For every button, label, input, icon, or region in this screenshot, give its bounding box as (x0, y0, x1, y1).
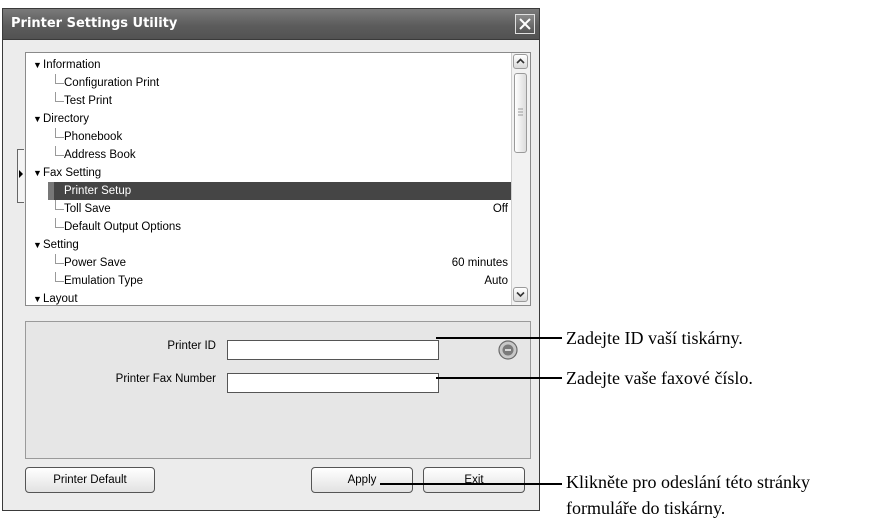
expand-triangle-icon[interactable]: ▼ (33, 110, 43, 128)
tree-scrollbar[interactable] (511, 53, 530, 305)
tree-category[interactable]: ▼Information (26, 56, 512, 74)
tree-item-label: Configuration Print (64, 77, 160, 89)
printer-default-button[interactable]: Printer Default (25, 467, 155, 493)
tree-connector (55, 128, 64, 138)
tree-category-label: Information (43, 59, 101, 71)
tree-item[interactable]: Emulation Type Auto (26, 272, 512, 290)
tree-item[interactable]: Toll Save Off (26, 200, 512, 218)
tree-category-label: Directory (43, 113, 90, 125)
tree-item-value: Off (492, 203, 508, 215)
callout-line-printer-id (436, 337, 562, 339)
apply-button[interactable]: Apply (311, 467, 413, 493)
tree-connector (55, 92, 64, 102)
callout-line-apply (380, 483, 562, 485)
tree-item-label: Test Print (64, 95, 112, 107)
settings-tree: ▼Information Configuration Print Test Prin… (26, 56, 512, 305)
side-panel-toggle[interactable] (17, 149, 24, 203)
tree-item-value: 60 minutes (451, 257, 508, 269)
tree-item-label: Address Book (64, 149, 136, 161)
expand-triangle-icon[interactable]: ▼ (33, 236, 43, 254)
tree-item[interactable]: Printer Setup (48, 182, 512, 200)
tree-connector (55, 74, 64, 84)
tree-connector (55, 218, 64, 228)
printer-status-icon (498, 340, 518, 360)
tree-item[interactable]: Power Save 60 minutes (26, 254, 512, 272)
tree-item-label: Power Save (64, 257, 127, 269)
tree-item[interactable]: Test Print (26, 92, 512, 110)
tree-category-label: Setting (43, 239, 79, 251)
fax-number-input[interactable] (227, 373, 439, 393)
selection-marker (48, 182, 54, 200)
tree-item[interactable]: Phonebook (26, 128, 512, 146)
tree-category[interactable]: ▼Layout (26, 290, 512, 305)
expand-triangle-icon[interactable]: ▼ (33, 56, 43, 74)
printer-settings-window: Printer Settings Utility ▼Information Con… (2, 8, 540, 511)
exit-button[interactable]: Exit (423, 467, 525, 493)
annotation-apply-line1: Klikněte pro odeslání této stránky (566, 472, 810, 492)
tree-item[interactable]: Configuration Print (26, 74, 512, 92)
callout-line-fax-number (436, 377, 562, 379)
tree-item-label: Toll Save (64, 203, 111, 215)
tree-item-label: Phonebook (64, 131, 123, 143)
tree-category[interactable]: ▼Directory (26, 110, 512, 128)
tree-category-label: Layout (43, 293, 78, 305)
tree-category[interactable]: ▼Fax Setting (26, 164, 512, 182)
scroll-up-button[interactable] (513, 54, 528, 69)
scroll-down-button[interactable] (513, 287, 528, 302)
tree-item[interactable]: Address Book (26, 146, 512, 164)
annotation-fax-number: Zadejte vaše faxové číslo. (566, 368, 753, 388)
settings-tree-panel: ▼Information Configuration Print Test Prin… (25, 52, 531, 306)
tree-connector (55, 254, 64, 264)
expand-triangle-icon[interactable]: ▼ (33, 290, 43, 305)
tree-connector (55, 146, 64, 156)
title-bar: Printer Settings Utility (3, 9, 539, 40)
fax-number-label: Printer Fax Number (115, 373, 216, 385)
tree-category[interactable]: ▼Setting (26, 236, 512, 254)
printer-id-input[interactable] (227, 340, 439, 360)
annotation-printer-id: Zadejte ID vaší tiskárny. (566, 328, 743, 348)
tree-connector (55, 200, 64, 210)
chevron-up-icon (516, 58, 525, 64)
chevron-down-icon (516, 291, 525, 298)
tree-item-label: Printer Setup (64, 185, 132, 197)
printer-id-label: Printer ID (167, 340, 216, 352)
close-icon (519, 18, 531, 30)
tree-connector (55, 272, 64, 282)
close-button[interactable] (515, 14, 535, 34)
printer-setup-form: Printer ID Printer Fax Number (25, 321, 531, 459)
window-title: Printer Settings Utility (11, 16, 178, 31)
tree-category-label: Fax Setting (43, 167, 102, 179)
grip-icon (518, 108, 523, 116)
tree-item-label: Emulation Type (64, 275, 144, 287)
annotation-apply-line2: formuláře do tiskárny. (566, 498, 726, 518)
scroll-thumb[interactable] (514, 73, 527, 153)
tree-item[interactable]: Default Output Options (26, 218, 512, 236)
expand-triangle-icon[interactable]: ▼ (33, 164, 43, 182)
tree-item-value: Auto (484, 275, 508, 287)
tree-item-label: Default Output Options (64, 221, 181, 233)
